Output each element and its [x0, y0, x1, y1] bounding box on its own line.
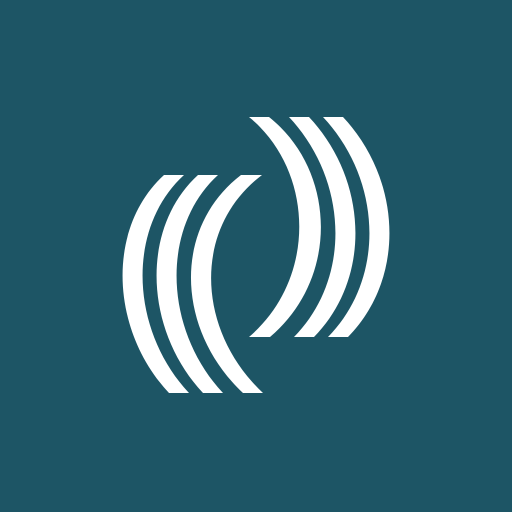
right-arcs	[249, 117, 390, 337]
left-arcs	[122, 175, 263, 393]
right-arc-middle	[289, 117, 356, 337]
app-icon	[0, 0, 512, 512]
concentric-arcs-logo-icon	[122, 117, 390, 393]
right-arc-inner	[249, 117, 321, 337]
left-arc-inner	[190, 175, 263, 393]
